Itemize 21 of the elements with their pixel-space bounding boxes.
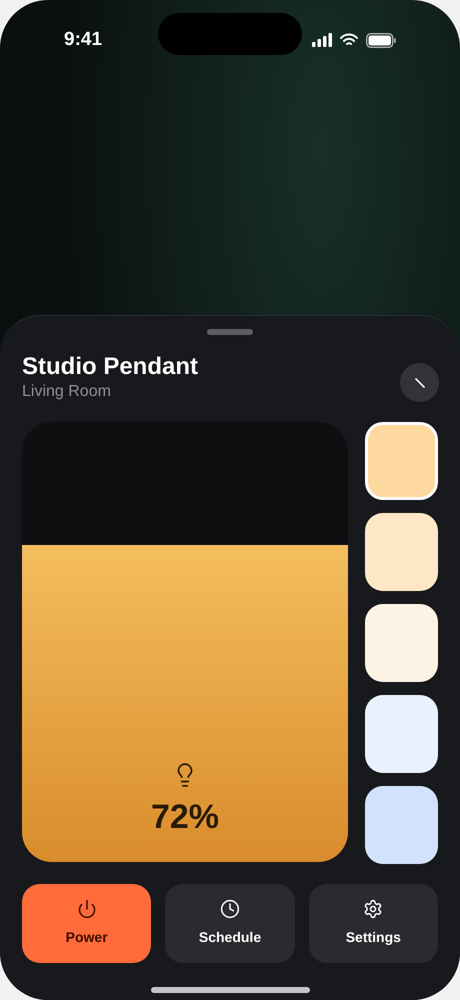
- power-icon: [76, 899, 97, 919]
- color-swatch[interactable]: [365, 695, 438, 773]
- color-swatch[interactable]: [365, 513, 438, 591]
- color-swatch[interactable]: [365, 786, 438, 864]
- action-button[interactable]: Schedule: [165, 884, 295, 963]
- slash-icon: [414, 378, 424, 388]
- wifi-icon: [340, 33, 358, 48]
- room-name: Living Room: [22, 382, 112, 402]
- status-time: 9:41: [64, 28, 102, 52]
- drag-handle[interactable]: [207, 329, 253, 335]
- settings-icon: [363, 899, 384, 919]
- brightness-reading: 72%: [150, 798, 220, 836]
- color-swatch[interactable]: [365, 604, 438, 682]
- action-button[interactable]: Power: [22, 884, 152, 963]
- color-swatch[interactable]: [365, 422, 438, 500]
- device-name: Studio Pendant: [22, 352, 198, 382]
- action-button[interactable]: Settings: [308, 884, 438, 963]
- clock-icon: [220, 899, 240, 919]
- battery-icon: [366, 32, 396, 48]
- signal-icon: [312, 33, 332, 48]
- brightness-slider[interactable]: 72%: [22, 422, 348, 862]
